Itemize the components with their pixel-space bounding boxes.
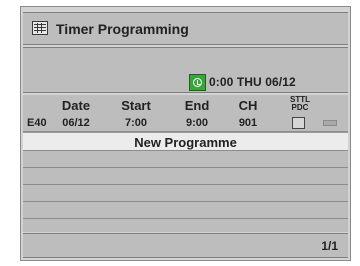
clock-icon: [189, 74, 206, 91]
sttl-pdc-checkbox[interactable]: [292, 117, 305, 129]
new-programme-row[interactable]: New Programme: [23, 132, 348, 151]
empty-row[interactable]: [23, 219, 348, 232]
timer-programming-screen: Timer Programming 0:00 THU 06/12 Date St…: [20, 6, 351, 261]
current-date-time: 0:00 THU 06/12: [209, 75, 296, 89]
table-row[interactable]: E40 06/12 7:00 9:00 901: [23, 115, 348, 132]
empty-row[interactable]: [23, 185, 348, 202]
column-header-start: Start: [121, 98, 151, 113]
footer-bar: 1/1: [23, 233, 348, 258]
page-title: Timer Programming: [56, 21, 189, 37]
empty-row[interactable]: [23, 151, 348, 168]
programme-number: E40: [27, 117, 47, 129]
programme-end: 9:00: [185, 117, 209, 129]
empty-row[interactable]: [23, 168, 348, 185]
timer-list-icon: [32, 21, 48, 35]
page-indicator: 1/1: [321, 239, 338, 253]
column-header-date: Date: [61, 98, 91, 113]
title-bar: Timer Programming: [23, 12, 348, 45]
column-header-end: End: [184, 98, 210, 113]
column-header-sttl-pdc: STTL PDC: [280, 96, 320, 112]
programme-date: 06/12: [62, 117, 90, 129]
column-header-pdc: PDC: [291, 103, 309, 112]
table-header: Date Start End CH STTL PDC: [23, 95, 348, 115]
empty-row[interactable]: [23, 202, 348, 219]
new-programme-label: New Programme: [134, 135, 237, 150]
column-header-ch: CH: [238, 98, 258, 113]
programme-channel: 901: [238, 117, 258, 129]
programme-start: 7:00: [124, 117, 148, 129]
clock-panel: 0:00 THU 06/12: [23, 47, 348, 93]
recording-media-icon: [323, 120, 337, 126]
